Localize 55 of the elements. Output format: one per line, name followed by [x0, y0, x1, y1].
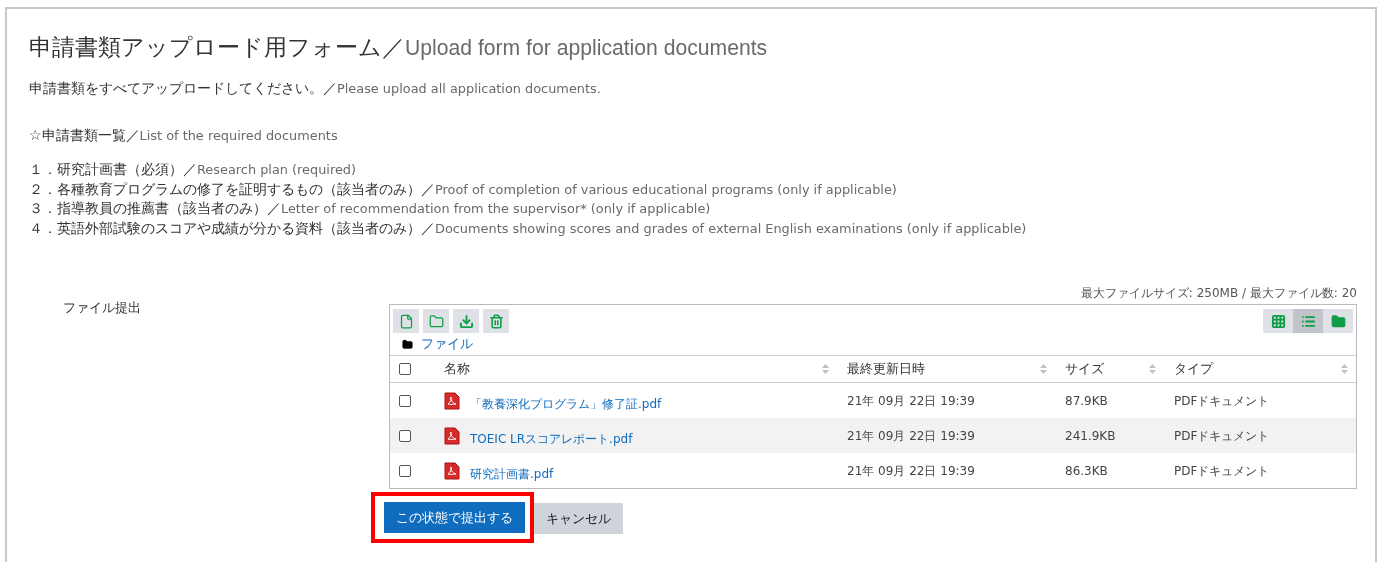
file-type: PDFドキュメント: [1173, 392, 1271, 410]
file-link[interactable]: TOEIC LRスコアレポート.pdf: [470, 423, 633, 448]
file-link[interactable]: 研究計画書.pdf: [470, 458, 554, 483]
list-icon: [1300, 313, 1316, 329]
folder-icon: [1330, 313, 1346, 329]
sort-icon: [822, 364, 829, 374]
file-size: 86.3KB: [1064, 462, 1109, 480]
toolbar-button[interactable]: [423, 309, 449, 333]
sort-icon: [1040, 364, 1047, 374]
file-icon: [398, 313, 414, 329]
document-item: ２．各種教育プログラムの修了を証明するもの（該当者のみ）／Proof of completion of various educational programs (only if applicable): [29, 179, 898, 199]
modified-date: 21年 09月 22日 19:39: [846, 427, 976, 445]
intro-text: 申請書類をすべてアップロードしてください。／Please upload all application documents.: [29, 79, 602, 98]
toolbar-button[interactable]: [393, 309, 419, 333]
folder-icon: [402, 338, 413, 350]
sort-icon: [1341, 364, 1348, 374]
modified-date: 21年 09月 22日 19:39: [846, 462, 976, 480]
submit-button[interactable]: この状態で提出する: [384, 502, 525, 533]
column-header[interactable]: タイプ: [1174, 359, 1213, 379]
pdf-icon: [444, 391, 460, 410]
column-header[interactable]: 名称: [444, 359, 470, 379]
view-button[interactable]: [1293, 309, 1323, 333]
modified-date: 21年 09月 22日 19:39: [846, 392, 976, 410]
document-item: ３．指導教員の推薦書（該当者のみ）／Letter of recommendation from the supervisor* (only if applicable): [29, 199, 712, 218]
document-item: ４．英語外部試験のスコアや成績が分かる資料（該当者のみ）／Documents showing scores and grades of external English examinations (only if applicable): [29, 218, 1028, 238]
file-link[interactable]: 「教養深化プログラム」修了証.pdf: [470, 388, 662, 413]
toolbar-button[interactable]: [453, 309, 479, 333]
file-size: 241.9KB: [1064, 427, 1117, 445]
row-checkbox[interactable]: [399, 429, 411, 442]
pdf-icon: [444, 426, 460, 445]
grid-icon: [1270, 313, 1286, 329]
list-heading: ☆申請書類一覧／List of the required documents: [29, 126, 339, 145]
toolbar-button[interactable]: [483, 309, 509, 333]
folder-icon: [428, 313, 444, 329]
view-button[interactable]: [1263, 309, 1293, 333]
pdf-icon: [444, 461, 460, 480]
file-type: PDFドキュメント: [1173, 427, 1271, 445]
view-button[interactable]: [1323, 309, 1353, 333]
field-label: ファイル提出: [62, 299, 142, 317]
file-limits: 最大ファイルサイズ: 250MB / 最大ファイル数: 20: [1080, 285, 1357, 302]
form-title: 申請書類アップロード用フォーム／Upload form for application documents: [29, 33, 769, 62]
file-row[interactable]: TOEIC LRスコアレポート.pdf 21年 09月 22日 19:39 241.9KB PDFドキュメント: [390, 418, 1356, 453]
row-checkbox[interactable]: [399, 363, 411, 375]
trash-icon: [488, 313, 504, 329]
row-checkbox[interactable]: [399, 464, 411, 477]
breadcrumb-link[interactable]: ファイル: [421, 334, 473, 354]
column-header[interactable]: 最終更新日時: [847, 359, 925, 379]
document-item: １．研究計画書（必須）／Research plan (required): [29, 160, 358, 179]
row-checkbox[interactable]: [399, 394, 411, 407]
file-type: PDFドキュメント: [1173, 462, 1271, 480]
column-header[interactable]: サイズ: [1065, 359, 1104, 379]
download-icon: [458, 313, 474, 329]
file-size: 87.9KB: [1064, 392, 1109, 410]
sort-icon: [1149, 364, 1156, 374]
cancel-button[interactable]: キャンセル: [534, 503, 623, 534]
